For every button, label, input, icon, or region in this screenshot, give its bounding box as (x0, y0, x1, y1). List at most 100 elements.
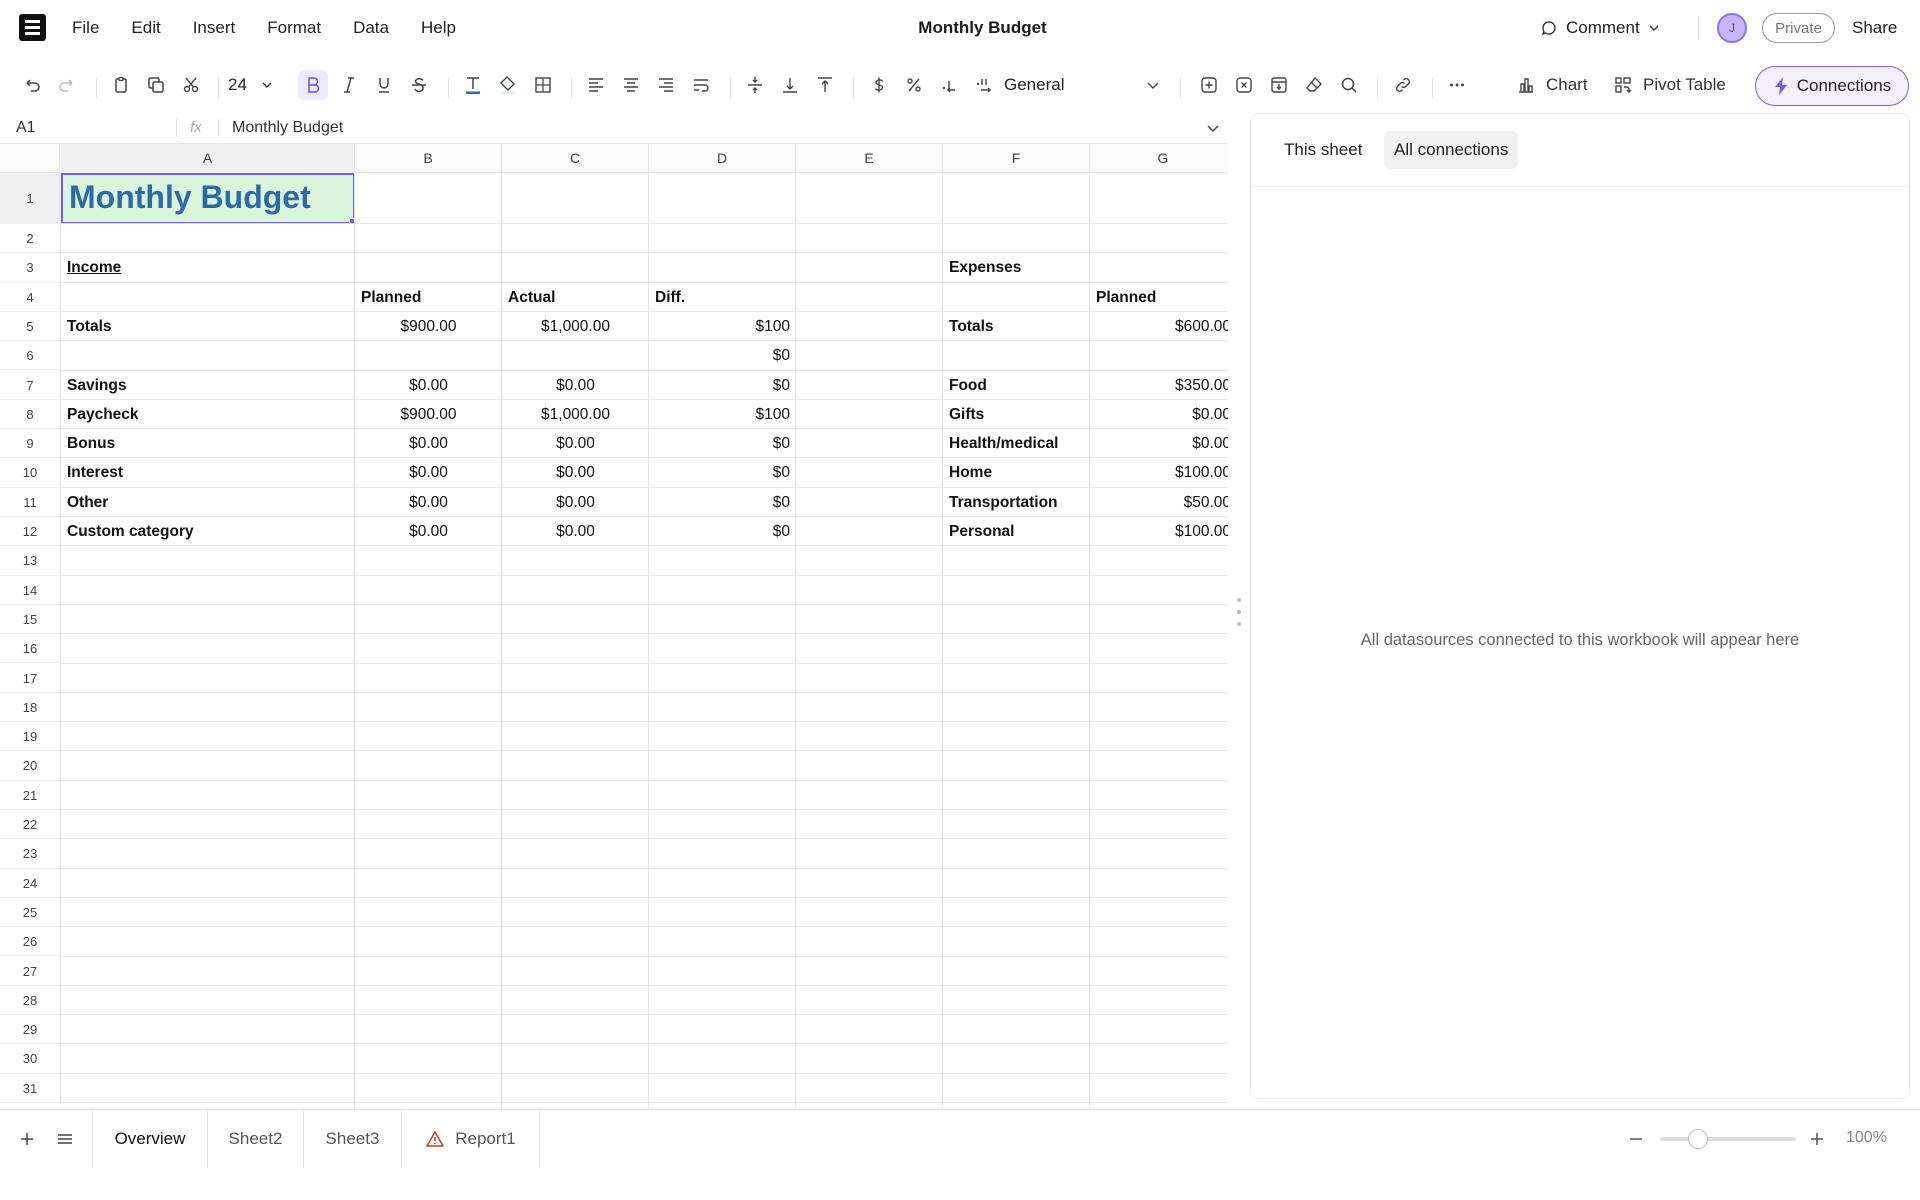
column-header-a[interactable]: A (61, 144, 355, 173)
row-header-24[interactable]: 24 (0, 868, 61, 898)
income-actual-value[interactable]: $0.00 (502, 371, 649, 400)
menu-edit[interactable]: Edit (131, 18, 160, 38)
row-header-27[interactable]: 27 (0, 956, 61, 986)
expense-planned-value[interactable]: $600.00 (1090, 312, 1228, 341)
column-label[interactable]: Planned (355, 283, 502, 312)
chevron-down-icon[interactable] (1204, 119, 1222, 137)
plus-icon[interactable] (16, 1128, 38, 1150)
borders-button[interactable] (528, 70, 558, 100)
income-actual-value[interactable]: $0.00 (502, 429, 649, 458)
insert-link-button[interactable] (1388, 70, 1418, 100)
menu-help[interactable]: Help (421, 18, 456, 38)
zoom-out-icon[interactable] (1626, 1129, 1646, 1149)
sheet-tab-sheet3[interactable]: Sheet3 (304, 1110, 402, 1168)
row-header-31[interactable]: 31 (0, 1073, 61, 1103)
income-diff-value[interactable]: $0 (649, 517, 796, 546)
income-diff-value[interactable]: $0 (649, 488, 796, 517)
income-diff-value[interactable]: $100 (649, 400, 796, 429)
insert-cells-button[interactable] (1194, 70, 1224, 100)
row-header-6[interactable]: 6 (0, 341, 61, 371)
expense-category-label[interactable] (943, 341, 1090, 370)
income-planned-value[interactable]: $0.00 (355, 458, 502, 487)
connections-button[interactable]: Connections (1755, 66, 1909, 106)
menu-format[interactable]: Format (267, 18, 321, 38)
row-header-5[interactable]: 5 (0, 311, 61, 342)
income-diff-value[interactable]: $100 (649, 312, 796, 341)
expenses-heading[interactable]: Expenses (943, 253, 1090, 282)
copy-button[interactable] (141, 70, 171, 100)
row-header-2[interactable]: 2 (0, 224, 61, 254)
tab-all-connections[interactable]: All connections (1384, 131, 1519, 169)
text-color-button[interactable] (458, 70, 488, 100)
search-button[interactable] (1334, 70, 1364, 100)
income-diff-value[interactable]: $0 (649, 371, 796, 400)
income-category-label[interactable]: Other (61, 488, 355, 517)
percent-format-button[interactable] (899, 70, 929, 100)
expense-category-label[interactable]: Food (943, 371, 1090, 400)
expense-category-label[interactable]: Personal (943, 517, 1090, 546)
number-format-select[interactable]: General (1004, 70, 1164, 100)
increase-decimal-button[interactable] (969, 70, 999, 100)
freeze-button[interactable] (1264, 70, 1294, 100)
expense-planned-value[interactable]: $350.00 (1090, 371, 1228, 400)
insert-chart-button[interactable]: Chart (1516, 70, 1588, 100)
align-right-button[interactable] (651, 70, 681, 100)
valign-bottom-button[interactable] (775, 70, 805, 100)
income-diff-value[interactable]: $0 (649, 458, 796, 487)
row-header-26[interactable]: 26 (0, 927, 61, 957)
row-header-28[interactable]: 28 (0, 985, 61, 1016)
underline-button[interactable] (369, 70, 399, 100)
income-planned-value[interactable]: $0.00 (355, 488, 502, 517)
align-left-button[interactable] (581, 70, 611, 100)
expense-category-label[interactable]: Transportation (943, 488, 1090, 517)
paste-button[interactable] (106, 70, 136, 100)
income-diff-value[interactable]: $0 (649, 341, 796, 370)
cell-reference[interactable]: A1 (16, 119, 36, 137)
strikethrough-button[interactable] (404, 70, 434, 100)
expense-planned-value[interactable]: $50.00 (1090, 488, 1228, 517)
undo-button[interactable] (17, 70, 47, 100)
income-category-label[interactable]: Interest (61, 458, 355, 487)
income-actual-value[interactable]: $1,000.00 (502, 312, 649, 341)
clear-format-button[interactable] (1299, 70, 1329, 100)
expense-planned-value[interactable]: $100.00 (1090, 458, 1228, 487)
row-header-19[interactable]: 19 (0, 722, 61, 752)
income-actual-value[interactable] (502, 341, 649, 370)
row-header-10[interactable]: 10 (0, 458, 61, 488)
row-header-7[interactable]: 7 (0, 370, 61, 400)
cut-button[interactable] (176, 70, 206, 100)
wrap-text-button[interactable] (686, 70, 716, 100)
menu-data[interactable]: Data (353, 18, 389, 38)
zoom-in-icon[interactable] (1807, 1129, 1827, 1149)
income-planned-value[interactable]: $0.00 (355, 429, 502, 458)
privacy-badge[interactable]: Private (1762, 13, 1835, 43)
row-header-3[interactable]: 3 (0, 253, 61, 283)
column-header-b[interactable]: B (355, 144, 502, 173)
row-header-12[interactable]: 12 (0, 517, 61, 547)
column-label[interactable]: Actual (502, 283, 649, 312)
align-center-button[interactable] (616, 70, 646, 100)
expense-planned-value[interactable]: $0.00 (1090, 400, 1228, 429)
expense-category-label[interactable]: Home (943, 458, 1090, 487)
income-diff-value[interactable]: $0 (649, 429, 796, 458)
menu-insert[interactable]: Insert (193, 18, 236, 38)
avatar[interactable]: J (1717, 13, 1747, 43)
income-planned-value[interactable] (355, 341, 502, 370)
cell-a1-title[interactable]: Monthly Budget (61, 173, 355, 224)
bold-button[interactable] (298, 70, 328, 100)
row-header-16[interactable]: 16 (0, 634, 61, 664)
income-category-label[interactable]: Totals (61, 312, 355, 341)
row-header-17[interactable]: 17 (0, 663, 61, 693)
fill-color-button[interactable] (493, 70, 523, 100)
valign-top-button[interactable] (810, 70, 840, 100)
column-header-e[interactable]: E (796, 144, 943, 173)
income-category-label[interactable]: Savings (61, 371, 355, 400)
row-header-4[interactable]: 4 (0, 282, 61, 312)
income-planned-value[interactable]: $0.00 (355, 371, 502, 400)
hamburger-menu-icon[interactable] (54, 1128, 76, 1150)
expense-category-label[interactable]: Totals (943, 312, 1090, 341)
comment-button[interactable]: Comment (1540, 14, 1660, 42)
row-header-13[interactable]: 13 (0, 546, 61, 576)
column-header-c[interactable]: C (502, 144, 649, 173)
row-header-22[interactable]: 22 (0, 810, 61, 840)
